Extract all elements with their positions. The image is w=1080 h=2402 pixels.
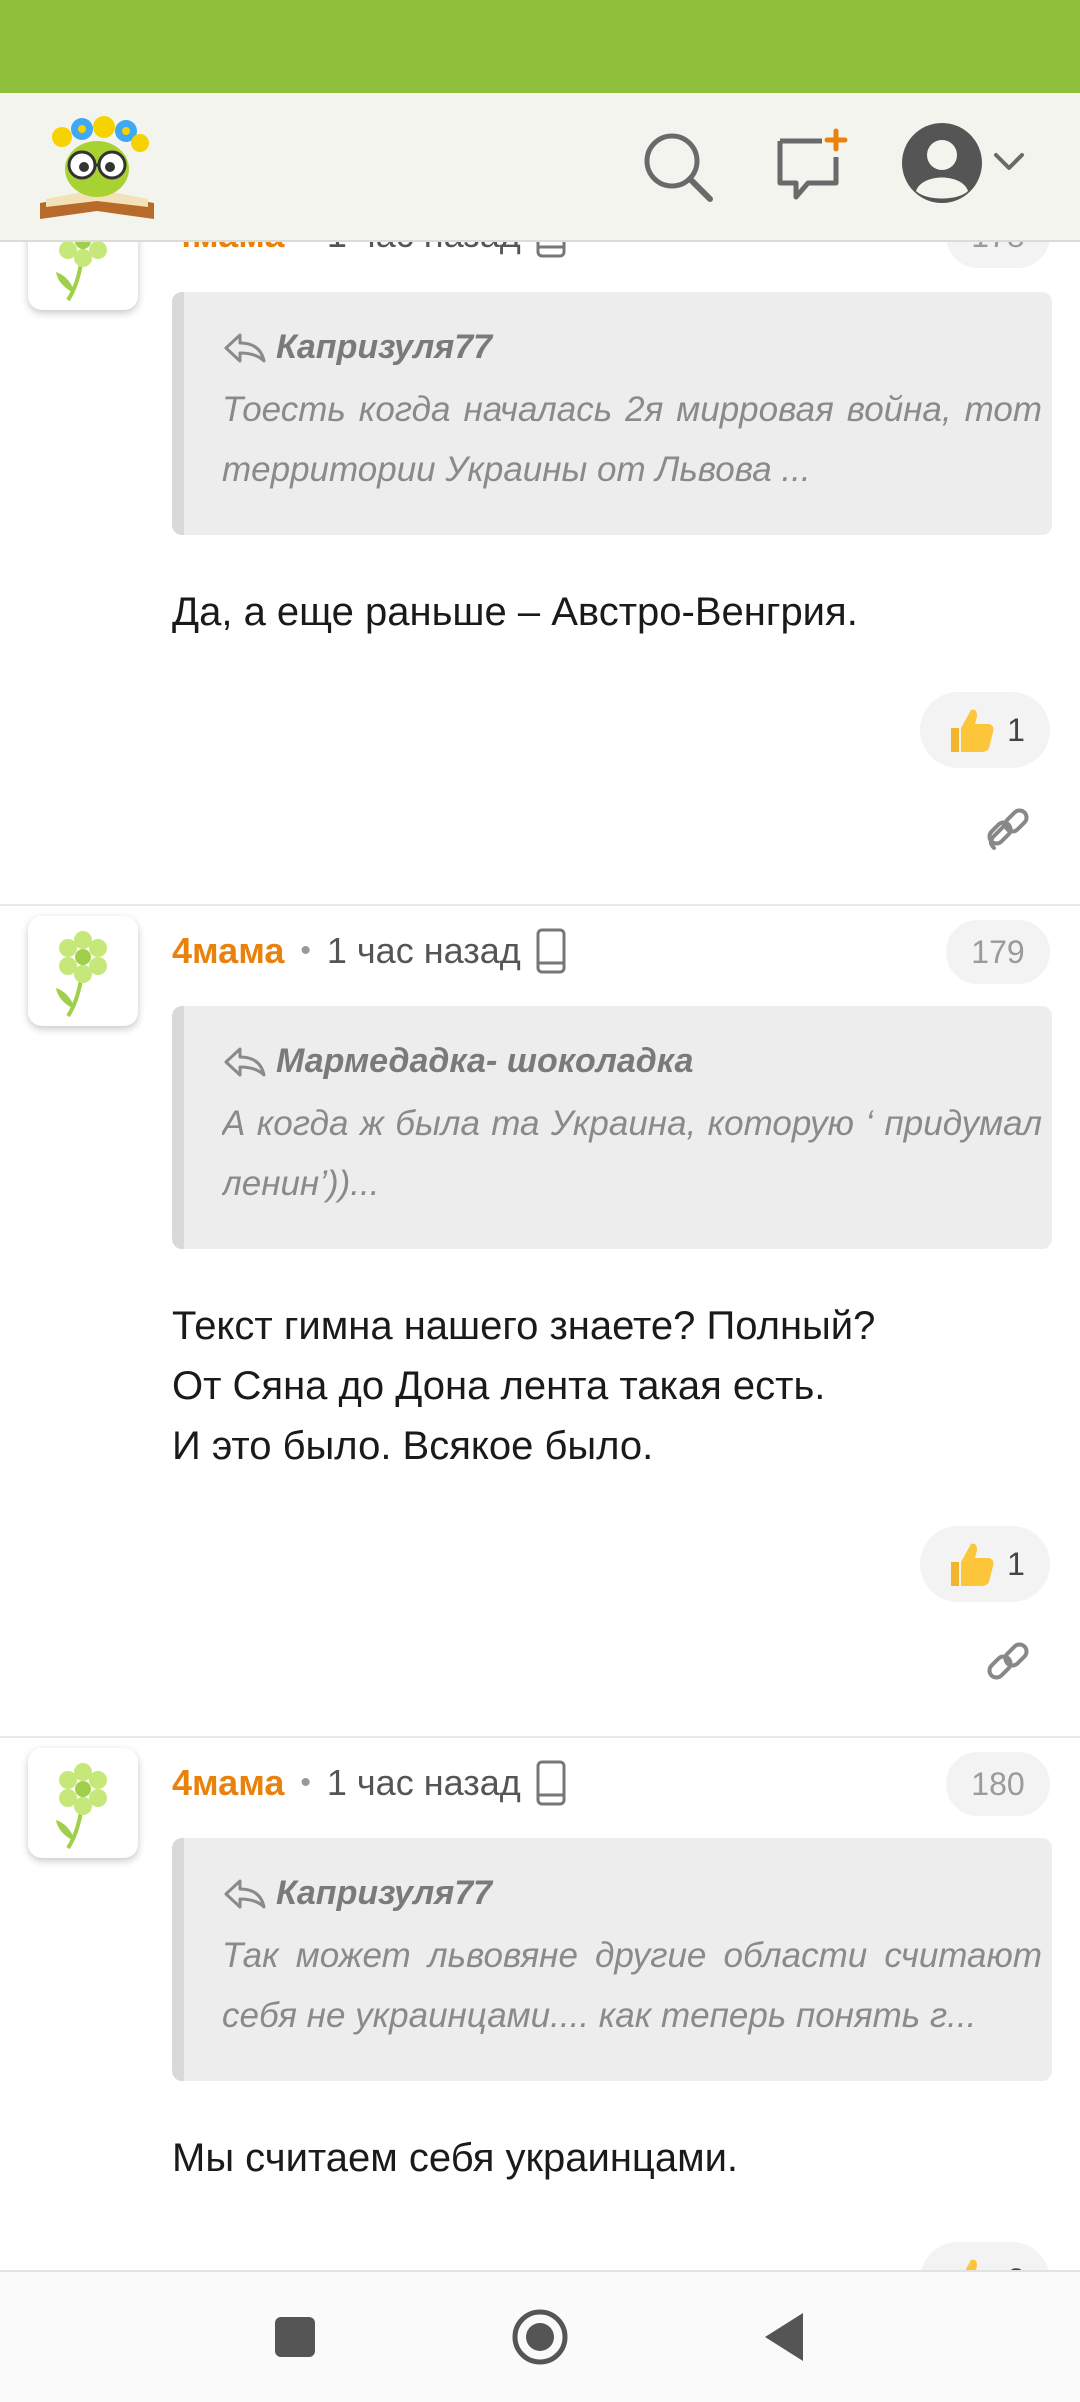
chevron-down-icon[interactable] xyxy=(992,147,1026,177)
author-name[interactable]: 4мама xyxy=(172,930,284,972)
link-icon[interactable] xyxy=(982,802,1034,854)
thumbs-up-icon xyxy=(965,2259,978,2270)
recent-apps-icon[interactable] xyxy=(265,2307,325,2367)
new-message-icon[interactable] xyxy=(772,127,852,207)
author-name[interactable]: 4мама xyxy=(172,240,284,256)
mobile-device-icon xyxy=(536,928,566,974)
quote-block[interactable]: Капризуля77 Тоесть когда началась 2я мир… xyxy=(172,292,1052,535)
reply-icon xyxy=(224,1047,266,1076)
user-icon[interactable] xyxy=(900,121,984,205)
comment-number[interactable]: 180 xyxy=(946,1752,1050,1816)
comment-text: Да, а еще раньше – Австро-Венгрия. xyxy=(172,590,858,634)
like-button[interactable]: 2 xyxy=(920,2242,1050,2270)
avatar[interactable] xyxy=(28,916,138,1026)
comment-time: 1 час назад xyxy=(326,930,521,971)
link-icon[interactable] xyxy=(982,1636,1034,1688)
search-icon[interactable] xyxy=(638,127,718,207)
avatar[interactable] xyxy=(28,240,138,310)
like-button[interactable]: 1 xyxy=(920,692,1050,768)
comment-text: Текст гимна нашего знаете? Полный? От Ся… xyxy=(172,1304,876,1468)
reply-icon xyxy=(224,333,266,362)
quote-block[interactable]: Капризуля77 Так может львовяне другие об… xyxy=(172,1838,1052,2081)
comment-number[interactable]: 179 xyxy=(946,920,1050,984)
reply-icon xyxy=(224,1879,266,1908)
back-icon[interactable] xyxy=(755,2307,815,2367)
mobile-device-icon xyxy=(536,240,566,258)
home-icon[interactable] xyxy=(510,2307,570,2367)
like-button[interactable]: 1 xyxy=(920,1526,1050,1602)
meta-separator: • xyxy=(300,1766,311,1799)
quote-author: Капризуля77 xyxy=(222,1874,492,1913)
mobile-device-icon xyxy=(536,1760,566,1806)
quote-author-name: Мармедадка- шоколадка xyxy=(276,1042,694,1080)
like-count: 1 xyxy=(1007,1545,1025,1582)
comment-time: 1 час назад xyxy=(326,1762,521,1803)
author-name[interactable]: 4мама xyxy=(172,1762,284,1804)
comment-text: Мы считаем себя украинцами. xyxy=(172,2136,739,2180)
quote-text: А когда ж была та Украина, которую ‘ при… xyxy=(222,1104,1042,1203)
comment-item: 4мама • 1 час назад 178 Капризуля77 Тоес… xyxy=(0,240,1080,900)
quote-block[interactable]: Мармедадка- шоколадка А когда ж была та … xyxy=(172,1006,1052,1249)
meta-separator: • xyxy=(300,934,311,967)
like-count: 1 xyxy=(1007,711,1025,748)
comment-item: 4мама • 1 час назад 179 Мармедадка- шоко… xyxy=(0,906,1080,1736)
comment-meta: 4мама • 1 час назад xyxy=(172,921,567,981)
comment-meta: 4мама • 1 час назад xyxy=(172,1753,567,1813)
status-bar xyxy=(0,0,1080,93)
comment-item: 4мама • 1 час назад 180 Капризуля77 Так … xyxy=(0,1738,1080,2270)
quote-author: Капризуля77 xyxy=(222,328,492,367)
system-nav-bar xyxy=(0,2270,1080,2402)
like-count: 2 xyxy=(1007,2262,1025,2271)
comments-feed: 4мама • 1 час назад 178 Капризуля77 Тоес… xyxy=(0,240,1080,2270)
site-logo-icon[interactable] xyxy=(32,107,162,227)
comment-number[interactable]: 178 xyxy=(946,240,1050,268)
quote-author-name: Капризуля77 xyxy=(276,1874,493,1912)
comment-time: 1 час назад xyxy=(327,240,521,256)
quote-author: Мармедадка- шоколадка xyxy=(222,1042,693,1081)
top-bar xyxy=(0,93,1080,242)
quote-author-name: Капризуля77 xyxy=(276,328,493,366)
quote-text: Так может львовяне другие области считаю… xyxy=(222,1936,1042,2035)
thumbs-up-icon xyxy=(951,1543,994,1586)
quote-text: Тоесть когда началась 2я мирровая война,… xyxy=(222,390,1042,489)
avatar[interactable] xyxy=(28,1748,138,1858)
comment-meta: 4мама • 1 час назад xyxy=(172,240,567,265)
thumbs-up-icon xyxy=(951,709,994,752)
